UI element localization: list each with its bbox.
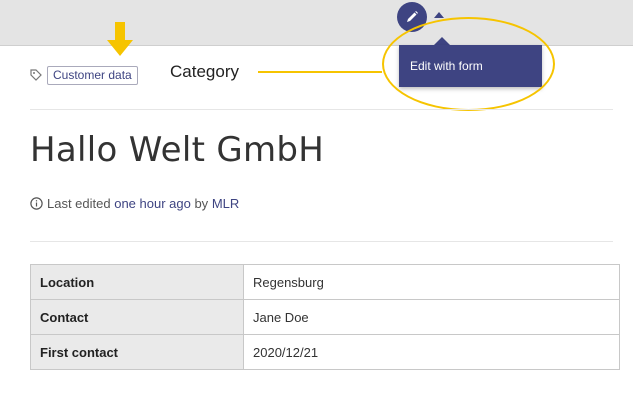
last-edited-time-link[interactable]: one hour ago xyxy=(114,196,191,211)
tag-icon xyxy=(30,69,42,81)
annotation-category-label: Category xyxy=(170,62,239,81)
annotation-highlight-ellipse xyxy=(382,17,555,111)
annotation-arrow-icon xyxy=(107,22,133,56)
caret-up-icon[interactable] xyxy=(434,12,444,18)
annotation-connector-line xyxy=(258,71,382,73)
category-tag[interactable]: Customer data xyxy=(47,66,138,85)
infobox-key: Contact xyxy=(30,299,244,335)
last-edited-by: by xyxy=(190,196,212,211)
infobox-value: Jane Doe xyxy=(243,299,620,335)
last-edited-info: Last edited one hour ago by MLR xyxy=(30,196,239,211)
infobox-key: First contact xyxy=(30,334,244,370)
author-link[interactable]: MLR xyxy=(212,196,239,211)
content-divider xyxy=(30,241,613,242)
info-icon xyxy=(30,197,43,210)
table-row: First contact 2020/12/21 xyxy=(30,334,620,370)
infobox-value: Regensburg xyxy=(243,264,620,300)
last-edited-prefix: Last edited xyxy=(47,196,115,211)
infobox-value: 2020/12/21 xyxy=(243,334,620,370)
infobox-key: Location xyxy=(30,264,244,300)
infobox-table: Location Regensburg Contact Jane Doe Fir… xyxy=(30,264,620,370)
header-divider xyxy=(30,109,613,110)
page-title: Hallo Welt GmbH xyxy=(30,130,325,170)
table-row: Location Regensburg xyxy=(30,264,620,300)
table-row: Contact Jane Doe xyxy=(30,299,620,335)
pencil-icon xyxy=(407,11,418,22)
